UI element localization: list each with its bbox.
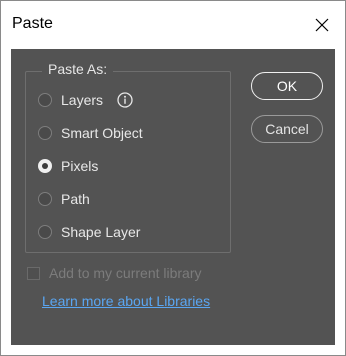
- radio-button[interactable]: [38, 126, 52, 140]
- radio-layers[interactable]: Layers: [38, 90, 133, 110]
- radio-button-checked[interactable]: [38, 159, 52, 173]
- radio-label: Smart Object: [61, 125, 143, 141]
- radio-pixels[interactable]: Pixels: [38, 156, 98, 176]
- add-to-library-label: Add to my current library: [49, 265, 202, 281]
- radio-smart-object[interactable]: Smart Object: [38, 123, 143, 143]
- paste-as-group: Paste As: Layers Smart Object Pixels Pat…: [25, 61, 231, 253]
- close-icon: [315, 18, 329, 32]
- paste-as-legend: Paste As:: [42, 61, 114, 77]
- radio-label: Shape Layer: [61, 224, 141, 240]
- ok-button[interactable]: OK: [251, 72, 323, 100]
- radio-path[interactable]: Path: [38, 189, 90, 209]
- add-to-library-checkbox: [27, 266, 40, 280]
- dialog-body: Paste As: Layers Smart Object Pixels Pat…: [11, 49, 335, 345]
- radio-button[interactable]: [38, 225, 52, 239]
- radio-label: Path: [61, 191, 90, 207]
- add-to-library-option: Add to my current library: [27, 265, 202, 281]
- radio-shape-layer[interactable]: Shape Layer: [38, 222, 140, 242]
- radio-button[interactable]: [38, 192, 52, 206]
- title-bar: Paste: [1, 1, 345, 49]
- dialog-title: Paste: [12, 15, 53, 32]
- close-button[interactable]: [299, 1, 345, 49]
- info-icon[interactable]: [117, 92, 133, 108]
- radio-button[interactable]: [38, 93, 52, 107]
- cancel-button[interactable]: Cancel: [251, 115, 323, 143]
- radio-label: Pixels: [61, 158, 99, 174]
- radio-label: Layers: [61, 92, 104, 108]
- paste-dialog: Paste Paste As: Layers Smart Object Pixe…: [0, 0, 346, 356]
- learn-more-libraries-link[interactable]: Learn more about Libraries: [42, 293, 210, 309]
